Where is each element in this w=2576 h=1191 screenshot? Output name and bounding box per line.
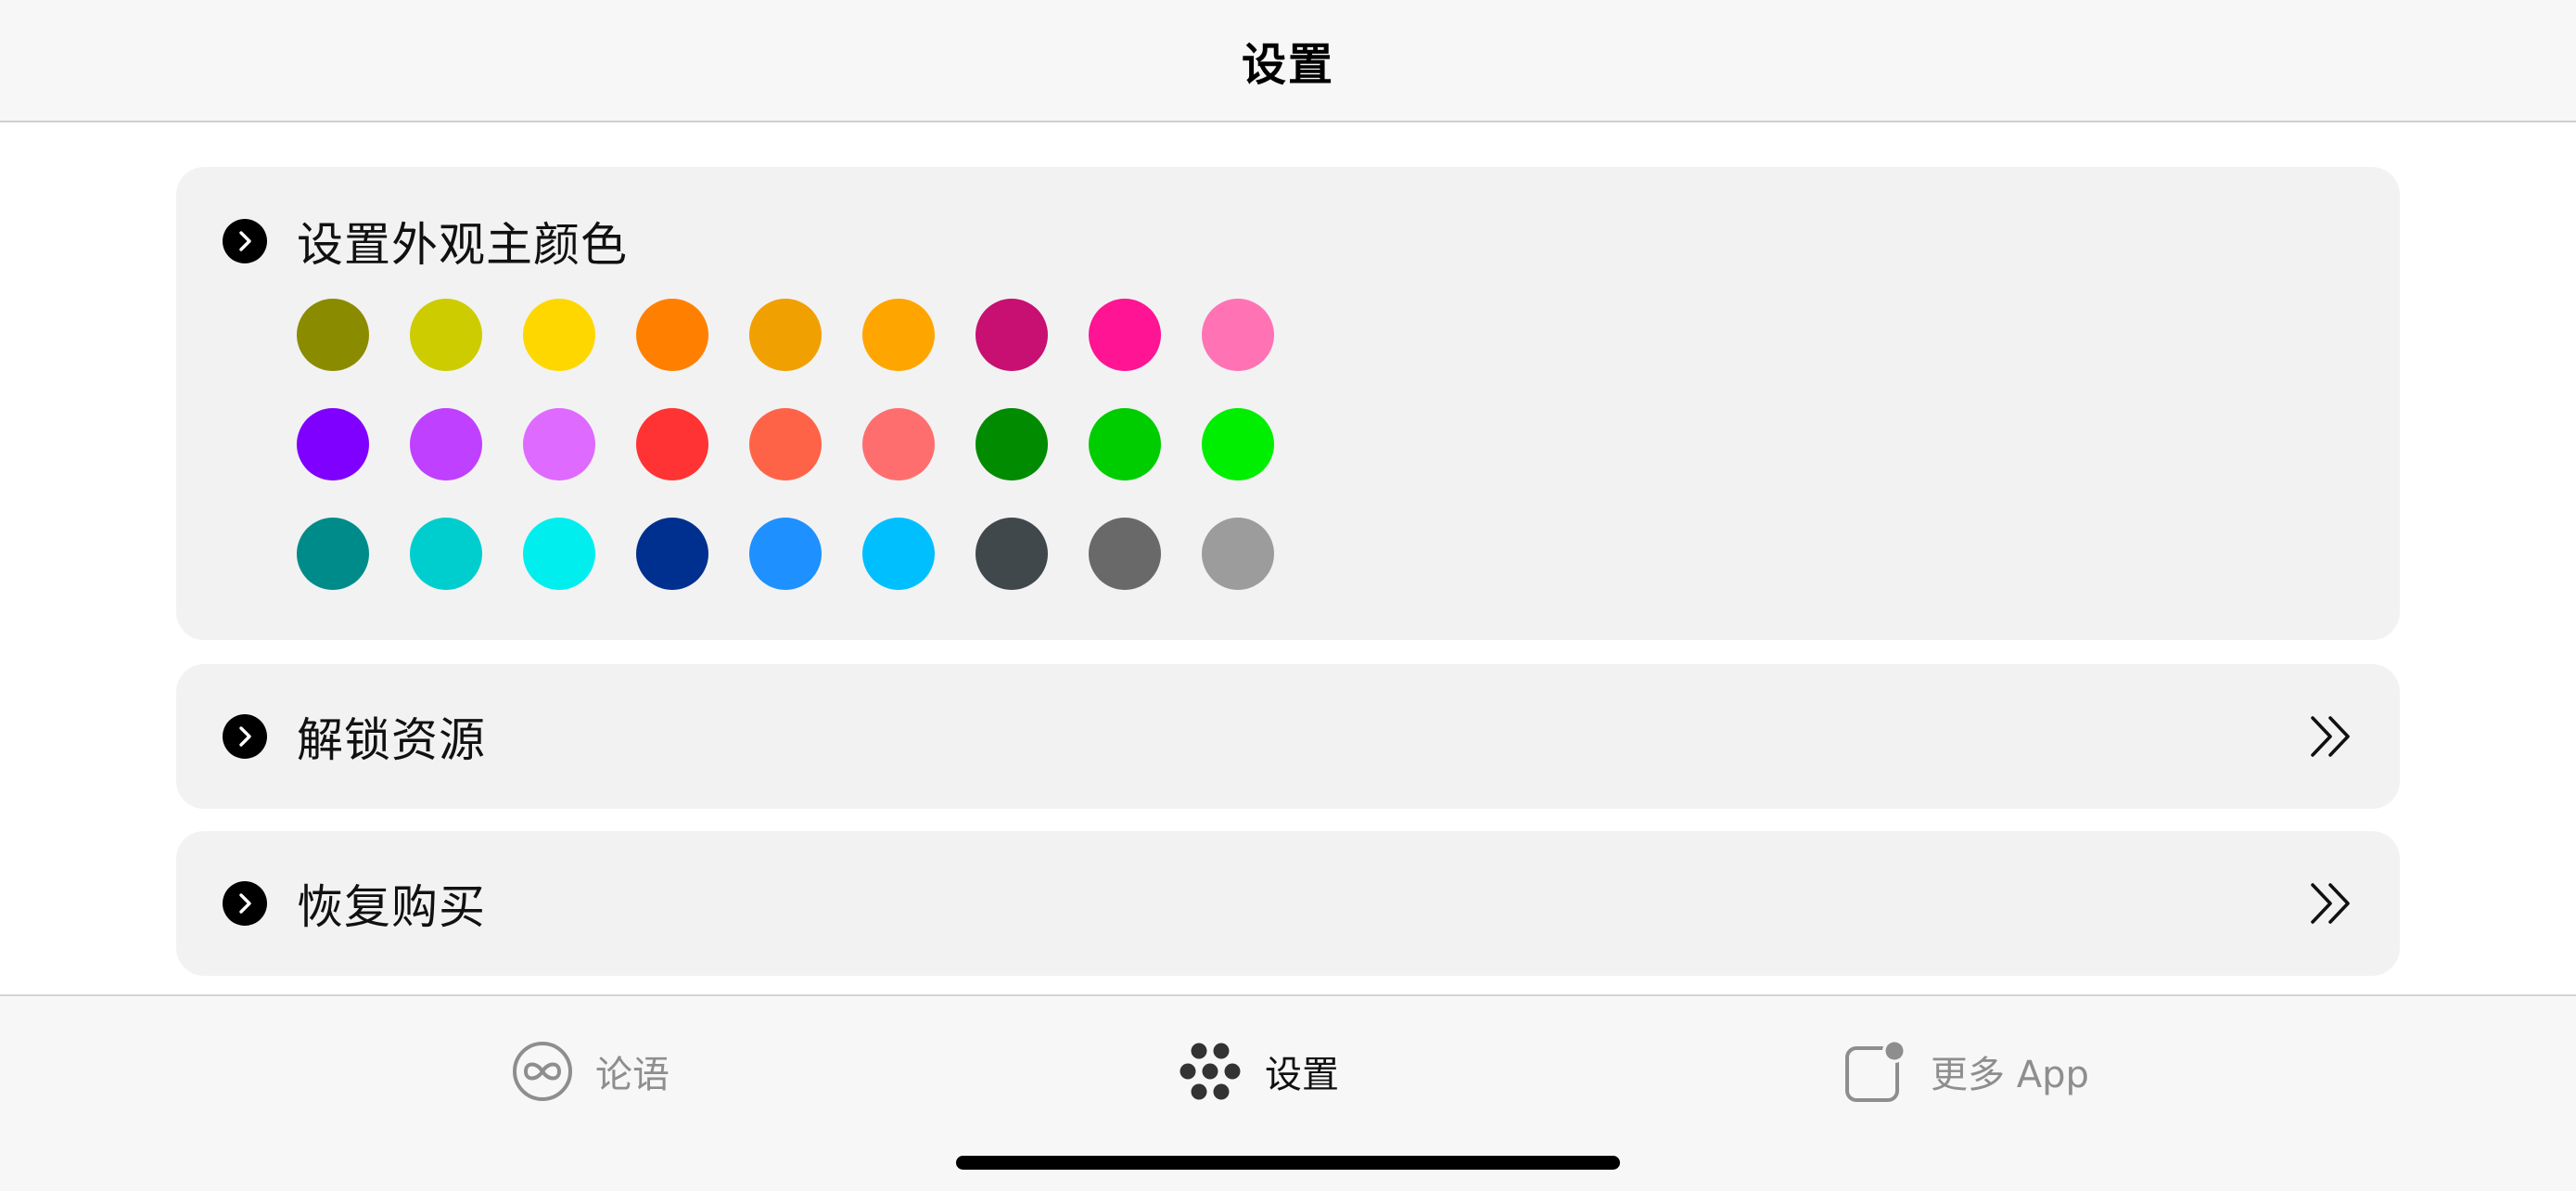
unlock-resources-header: 解锁资源 (223, 707, 486, 767)
double-chevron-right-icon (2305, 711, 2357, 762)
color-swatch[interactable] (636, 408, 708, 480)
unlock-resources-row[interactable]: 解锁资源 (176, 664, 2400, 809)
color-swatch-grid (297, 299, 1274, 590)
color-swatch[interactable] (1202, 518, 1274, 590)
color-swatch[interactable] (749, 299, 822, 371)
tab-settings[interactable]: 设置 (1178, 1037, 1339, 1106)
color-swatch[interactable] (297, 518, 369, 590)
page-title: 设置 (1241, 39, 1334, 91)
tab-more-apps-label: 更多 App (1931, 1054, 2089, 1096)
tab-more-apps[interactable]: 更多 App (1843, 1037, 2089, 1106)
color-swatch[interactable] (636, 299, 708, 371)
color-swatch[interactable] (862, 518, 935, 590)
restore-purchase-header: 恢复购买 (223, 874, 486, 934)
color-swatch[interactable] (636, 518, 708, 590)
color-swatch[interactable] (523, 518, 595, 590)
color-swatch[interactable] (976, 518, 1048, 590)
theme-color-label: 设置外观主颜色 (297, 218, 628, 272)
double-chevron-right-icon (2305, 877, 2357, 929)
dots-grid-icon (1178, 1041, 1243, 1102)
theme-color-header: 设置外观主颜色 (223, 211, 628, 272)
navigation-bar: 设置 (0, 0, 2576, 122)
color-swatch[interactable] (976, 408, 1048, 480)
unlock-resources-label: 解锁资源 (297, 713, 486, 767)
color-swatch[interactable] (1202, 408, 1274, 480)
color-swatch[interactable] (862, 299, 935, 371)
settings-page: 设置 设置外观主颜色 解锁资源 恢复购买 论语 设置 更多 App (0, 0, 2576, 1191)
color-swatch[interactable] (976, 299, 1048, 371)
color-swatch[interactable] (297, 299, 369, 371)
color-swatch[interactable] (1089, 299, 1161, 371)
color-swatch[interactable] (862, 408, 935, 480)
color-swatch[interactable] (523, 299, 595, 371)
color-swatch[interactable] (749, 408, 822, 480)
tab-lunyu[interactable]: 论语 (512, 1037, 670, 1106)
color-swatch[interactable] (1202, 299, 1274, 371)
theme-color-section: 设置外观主颜色 (176, 167, 2400, 640)
tab-bar: 论语 设置 更多 App (0, 994, 2576, 1191)
tab-lunyu-label: 论语 (595, 1054, 670, 1096)
restore-purchase-label: 恢复购买 (297, 880, 486, 934)
infinity-icon (512, 1041, 573, 1102)
chevron-right-circle-icon (223, 881, 267, 926)
chevron-right-circle-icon (223, 219, 267, 263)
chevron-right-circle-icon (223, 714, 267, 759)
color-swatch[interactable] (410, 299, 482, 371)
color-swatch[interactable] (749, 518, 822, 590)
color-swatch[interactable] (523, 408, 595, 480)
home-indicator (956, 1156, 1620, 1170)
restore-purchase-row[interactable]: 恢复购买 (176, 831, 2400, 976)
color-swatch[interactable] (1089, 408, 1161, 480)
color-swatch[interactable] (297, 408, 369, 480)
color-swatch[interactable] (410, 408, 482, 480)
app-badge-icon (1843, 1039, 1908, 1104)
color-swatch[interactable] (410, 518, 482, 590)
tab-settings-label: 设置 (1265, 1054, 1339, 1096)
color-swatch[interactable] (1089, 518, 1161, 590)
